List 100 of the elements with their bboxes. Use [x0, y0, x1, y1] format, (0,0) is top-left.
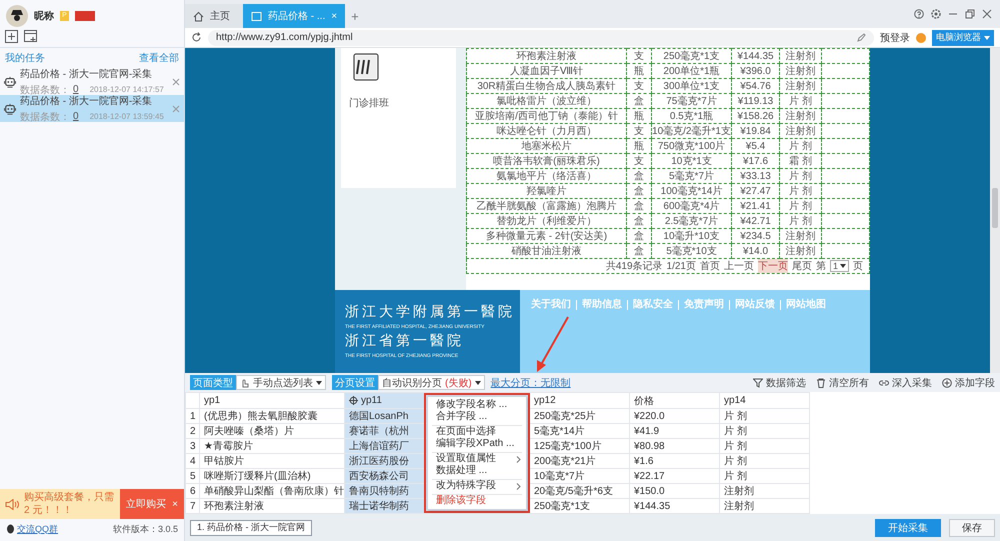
table-cell: 注射剂 — [780, 108, 822, 124]
table-cell: ¥17.6 — [732, 154, 780, 168]
row-number: 4 — [186, 454, 200, 468]
pager-link[interactable]: 上一页 — [724, 259, 754, 273]
browser-tab[interactable]: 主页 — [185, 4, 243, 28]
table-cell: 75毫克*7片 — [652, 94, 732, 108]
table-cell: 人凝血因子Ⅷ针 — [466, 64, 626, 78]
field-label: 页面类型 — [190, 375, 236, 390]
table-cell: 瓶 — [626, 64, 652, 78]
table-cell: 氨氯地平片（络活喜） — [466, 168, 626, 184]
table-cell: 注射剂 — [780, 48, 822, 64]
table-cell: 咪唑斯汀缓释片(皿治林) — [200, 468, 344, 484]
table-cell: 瓶 — [626, 108, 652, 124]
table-cell: ★青霉胺片 — [200, 438, 344, 454]
save-button[interactable]: 保存 — [949, 518, 995, 536]
new-tab-button[interactable]: + — [345, 4, 365, 28]
page-type-dropdown[interactable]: 手动点选列表 — [236, 375, 326, 390]
table-cell: ¥41.9 — [630, 424, 720, 438]
table-cell: 0.5克*1瓶 — [652, 108, 732, 124]
paging-dropdown[interactable]: 自动识别分页 (失败) — [378, 375, 485, 390]
table-cell: 咪达唑仑针（力月西） — [466, 124, 626, 138]
record-count: 共419条记录 — [606, 260, 663, 273]
table-cell: ¥220.0 — [630, 408, 720, 424]
menu-item[interactable]: 修改字段名称 ... — [428, 399, 526, 411]
table-cell: 2.5毫克*7片 — [652, 214, 732, 228]
table-cell: 100毫克*14片 — [652, 184, 732, 198]
menu-item[interactable]: 合并字段 ... — [428, 411, 526, 423]
column-header[interactable]: yp1 — [200, 392, 344, 408]
task-item[interactable]: 药品价格 - 浙大一院官网-采集 数据条数： 0 2018-12-07 13:59:45 — [0, 95, 184, 122]
table-cell: ¥150.0 — [630, 484, 720, 498]
table-cell: ¥19.84 — [732, 124, 780, 138]
table-cell: 10克*1支 — [652, 154, 732, 168]
table-cell: ¥1.6 — [630, 454, 720, 468]
menu-item[interactable]: 编辑字段XPath ... — [428, 438, 526, 450]
count-link[interactable]: 0 — [73, 111, 79, 122]
max-pages-link[interactable]: 最大分页：无限制 — [490, 376, 571, 390]
table-cell: 200单位*1瓶 — [652, 64, 732, 78]
table-cell: 750微克*100片 — [652, 138, 732, 154]
page-select[interactable]: 1 — [830, 260, 849, 272]
pager-link[interactable]: 尾页 — [792, 259, 812, 273]
table-cell: ¥396.0 — [732, 64, 780, 78]
table-cell: 甲钴胺片 — [200, 454, 344, 468]
toolbar-action[interactable]: 深入采集 — [879, 376, 932, 390]
menu-item[interactable]: 在页面中选择 — [428, 426, 526, 438]
table-cell: 10毫克/2毫升*1支 — [652, 124, 732, 138]
table-cell: ¥27.47 — [732, 184, 780, 198]
table-cell: 注射剂 — [720, 484, 810, 498]
table-cell: 盒 — [626, 214, 652, 228]
column-header[interactable]: 价格 — [630, 392, 720, 408]
task-time: 2018-12-07 13:59:45 — [90, 112, 164, 121]
toolbar-action[interactable]: 清空所有 — [816, 376, 869, 390]
toolbar-action[interactable]: 添加字段 — [942, 376, 995, 390]
task-item[interactable]: 药品价格 - 浙大一院官网-采集 数据条数： 0 2018-12-07 14:17:57 — [0, 68, 184, 95]
table-cell: 阿夫唑嗪（桑塔）片 — [200, 424, 344, 438]
table-cell: 喷昔洛韦软膏(丽珠君乐) — [466, 154, 626, 168]
pager-link[interactable]: 下一页 — [758, 259, 788, 273]
table-cell: 硝酸甘油注射液 — [466, 244, 626, 258]
table-cell: 盒 — [626, 228, 652, 244]
row-number: 3 — [186, 438, 200, 454]
table-cell: 盒 — [626, 94, 652, 108]
table-cell: 片 剂 — [780, 168, 822, 184]
pager-link[interactable]: 首页 — [700, 259, 720, 273]
table-cell: 30R精蛋白生物合成人胰岛素针 — [466, 78, 626, 94]
table-cell: 羟氯喹片 — [466, 184, 626, 198]
table-cell: 支 — [626, 48, 652, 64]
table-cell: 支 — [626, 78, 652, 94]
table-cell: (优思弗）熊去氧胆酸胶囊 — [200, 408, 344, 424]
schedule-label[interactable]: 门诊排班 — [349, 96, 448, 110]
table-cell: 片 剂 — [720, 468, 810, 484]
table-cell: 氯吡格雷片（波立维） — [466, 94, 626, 108]
toolbar-action[interactable]: 数据筛选 — [753, 376, 806, 390]
field-label: 分页设置 — [332, 375, 378, 390]
table-cell: 盒 — [626, 168, 652, 184]
url-field[interactable]: http://www.zy91.com/ypjg.jhtml — [208, 30, 874, 46]
count-link[interactable]: 0 — [73, 84, 79, 95]
pre-login-link[interactable]: 预登录 — [880, 30, 910, 44]
count-label: 数据条数： — [20, 84, 70, 96]
table-cell: 5毫克*14片 — [530, 424, 630, 438]
task-title: 药品价格 - 浙大一院官网-采集 — [20, 68, 154, 80]
section-title: 我的任务 — [5, 52, 45, 65]
table-cell: 乙酰半胱氨酸（富露施）泡腾片 — [466, 198, 626, 214]
nickname: 昵称 — [34, 10, 54, 23]
table-cell: ¥33.13 — [732, 168, 780, 184]
task-tab[interactable]: 1. 药品价格 - 浙大一院官网 — [190, 520, 312, 536]
table-cell: ¥144.35 — [732, 48, 780, 64]
table-cell: 霜 剂 — [780, 154, 822, 168]
qq-group-link[interactable]: 交流QQ群 — [17, 522, 58, 536]
column-header[interactable]: yp12 — [530, 392, 630, 408]
table-cell: 片 剂 — [720, 408, 810, 424]
column-header[interactable]: yp14 — [720, 392, 810, 408]
table-cell: 600毫克*4片 — [652, 198, 732, 214]
table-cell: 环孢素注射液 — [466, 48, 626, 64]
menu-item[interactable]: 设置取值属性 — [428, 453, 526, 465]
task-time: 2018-12-07 14:17:57 — [90, 85, 164, 94]
table-cell: 注射剂 — [780, 124, 822, 138]
table-cell: ¥119.13 — [732, 94, 780, 108]
promo-text: 购买高级套餐，只需 2 元！！！ — [24, 490, 115, 518]
table-cell: 5毫克*7片 — [652, 168, 732, 184]
count-label: 数据条数： — [20, 110, 70, 124]
table-cell: 注射剂 — [780, 64, 822, 78]
